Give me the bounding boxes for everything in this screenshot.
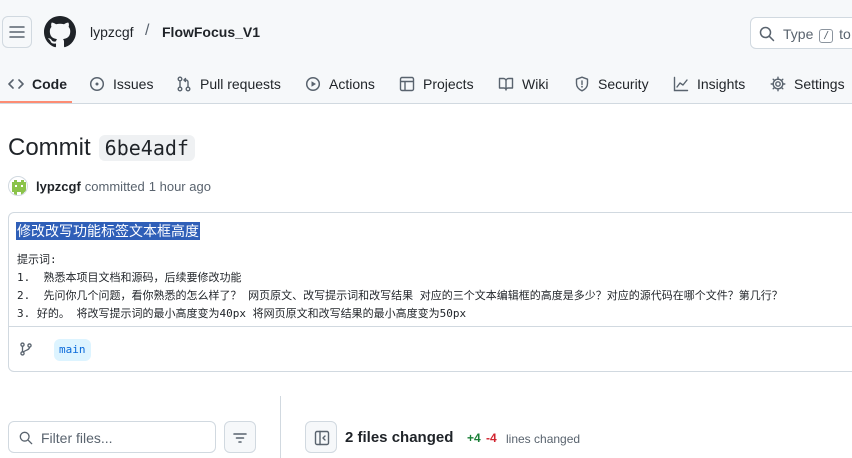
- tab-label: Pull requests: [200, 76, 281, 92]
- gear-icon: [770, 76, 786, 92]
- tab-issues[interactable]: Issues: [89, 64, 153, 104]
- commit-body-line: 提示词:: [17, 253, 57, 266]
- toggle-file-tree-button[interactable]: [305, 421, 337, 453]
- tab-settings[interactable]: Settings: [770, 64, 845, 104]
- deletions-count: -4: [486, 431, 497, 445]
- commit-time: 1 hour ago: [148, 178, 211, 194]
- breadcrumb-repo-link[interactable]: FlowFocus_V1: [162, 24, 260, 40]
- hamburger-icon: [9, 26, 25, 38]
- additions-count: +4: [467, 431, 481, 445]
- shield-icon: [575, 76, 589, 92]
- tab-label: Wiki: [522, 76, 549, 92]
- tab-label: Settings: [794, 76, 845, 92]
- tab-actions[interactable]: Actions: [305, 64, 375, 104]
- commit-message-title: 修改改写功能标签文本框高度: [16, 222, 200, 240]
- menu-button[interactable]: [2, 16, 32, 48]
- search-shortcut-key: /: [819, 29, 834, 43]
- active-tab-underline: [0, 101, 72, 103]
- tab-code[interactable]: Code: [8, 64, 67, 104]
- book-icon: [498, 77, 514, 91]
- tab-projects[interactable]: Projects: [399, 64, 474, 104]
- tab-label: Projects: [423, 76, 474, 92]
- tab-security[interactable]: Security: [574, 64, 649, 104]
- table-icon: [399, 76, 415, 92]
- top-bar: lypzcgf / FlowFocus_V1 Type / to: [0, 0, 852, 64]
- tab-label: Code: [32, 76, 67, 92]
- tab-wiki[interactable]: Wiki: [498, 64, 548, 104]
- commit-body-line: 1. 熟悉本项目文档和源码，后续要修改功能: [17, 271, 242, 284]
- code-icon: [8, 79, 24, 89]
- tab-label: Issues: [113, 76, 154, 92]
- search-input[interactable]: Type / to: [750, 17, 852, 49]
- issue-opened-icon: [89, 76, 105, 92]
- graph-icon: [673, 76, 689, 92]
- commit-body-line: 2. 先问你几个问题，看你熟悉的怎么样了？ 网页原文、改写提示词和改写结果 对应…: [17, 289, 783, 302]
- search-placeholder: Type / to: [783, 26, 851, 43]
- git-pull-request-icon: [177, 76, 191, 92]
- filter-icon: [233, 433, 247, 443]
- sidebar-collapse-icon: [314, 430, 330, 446]
- commit-author-link[interactable]: lypzcgf: [36, 179, 81, 194]
- search-icon: [759, 26, 775, 42]
- branch-badge[interactable]: main: [54, 339, 91, 361]
- search-icon: [19, 431, 33, 445]
- breadcrumb-owner-link[interactable]: lypzcgf: [90, 24, 134, 40]
- files-changed-summary: 2 files changed: [345, 429, 454, 446]
- tab-pull-requests[interactable]: Pull requests: [176, 64, 281, 104]
- git-branch-icon: [20, 342, 32, 356]
- page-title: Commit 6be4adf: [8, 134, 195, 162]
- tab-label: Actions: [329, 76, 375, 92]
- avatar[interactable]: [8, 176, 28, 196]
- commit-sha[interactable]: 6be4adf: [98, 135, 195, 161]
- lines-changed-label: lines changed: [506, 432, 581, 446]
- tab-label: Security: [598, 76, 649, 92]
- commit-body-line: 3. 好的。 将改写提示词的最小高度变为40px 将网页原文和改写结果的最小高度…: [17, 307, 467, 320]
- repo-nav-tabs: Code Issues Pull requests Actions Projec…: [0, 64, 852, 104]
- divider: [280, 396, 281, 458]
- commit-verb: committed: [84, 178, 145, 194]
- tab-label: Insights: [697, 76, 746, 92]
- filter-files-input[interactable]: Filter files...: [8, 421, 216, 453]
- commit-message-box: 修改改写功能标签文本框高度 提示词: 1. 熟悉本项目文档和源码，后续要修改功能 2…: [8, 212, 852, 372]
- filter-files-placeholder: Filter files...: [41, 430, 113, 446]
- repo-header: lypzcgf / FlowFocus_V1 Type / to Code Is…: [0, 0, 852, 104]
- search-type-label: Type: [783, 26, 814, 42]
- search-to-label: to: [839, 26, 851, 42]
- play-icon: [305, 76, 321, 92]
- github-logo-icon[interactable]: [44, 16, 76, 48]
- commit-author-row: lypzcgf committed 1 hour ago: [8, 176, 211, 196]
- tab-insights[interactable]: Insights: [673, 64, 745, 104]
- commit-message-body: 提示词: 1. 熟悉本项目文档和源码，后续要修改功能 2. 先问你几个问题，看你熟悉…: [17, 251, 783, 323]
- commit-heading: Commit: [8, 134, 91, 161]
- breadcrumb-separator: /: [145, 22, 150, 39]
- filter-options-button[interactable]: [224, 421, 256, 453]
- divider: [9, 326, 852, 327]
